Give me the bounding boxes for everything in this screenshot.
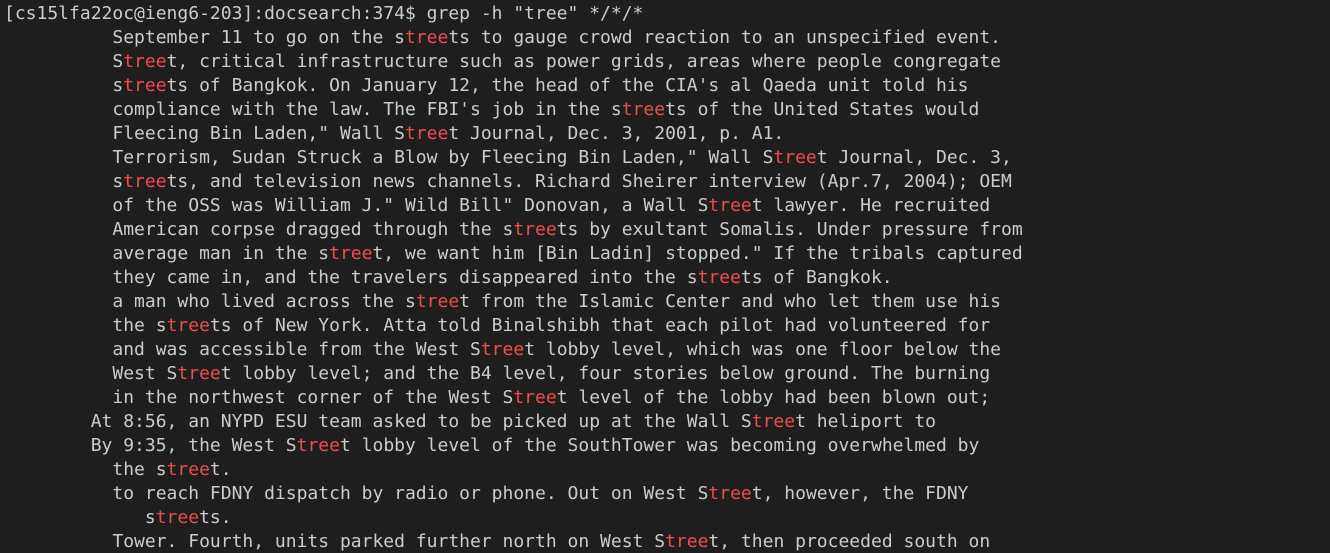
shell-prompt: [cs15lfa22oc@ieng6-203]:docsearch:374$ (4, 3, 427, 24)
match-highlight: tree (123, 75, 167, 96)
output-line: Tower. Fourth, units parked further nort… (4, 531, 991, 552)
output-line: to reach FDNY dispatch by radio or phone… (4, 483, 969, 504)
output-line: streets, and television news channels. R… (4, 171, 1012, 192)
match-highlight: tree (155, 507, 200, 528)
match-highlight: tree (177, 363, 221, 384)
match-highlight: tree (123, 51, 167, 72)
output-line: September 11 to go on the streets to gau… (4, 27, 1002, 48)
match-highlight: tree (404, 27, 449, 48)
match-highlight: tree (480, 339, 525, 360)
match-highlight: tree (773, 147, 817, 168)
output-line: the streets of New York. Atta told Binal… (4, 315, 991, 336)
output-line: By 9:35, the West Street lobby level of … (4, 435, 980, 456)
match-highlight: tree (123, 171, 167, 192)
match-highlight: tree (513, 387, 557, 408)
match-highlight: tree (513, 219, 557, 240)
output-line: and was accessible from the West Street … (4, 339, 1002, 360)
output-line: average man in the street, we want him [… (4, 243, 1023, 264)
match-highlight: tree (296, 435, 340, 456)
output-line: At 8:56, an NYPD ESU team asked to be pi… (4, 411, 936, 432)
output-line: Street, critical infrastructure such as … (4, 51, 1002, 72)
output-line: Fleecing Bin Laden," Wall Street Journal… (4, 123, 785, 144)
match-highlight: tree (697, 267, 741, 288)
command-line: [cs15lfa22oc@ieng6-203]:docsearch:374$ g… (0, 2, 1330, 26)
output-line: a man who lived across the street from t… (4, 291, 1002, 312)
output-line: streets. (4, 507, 232, 528)
match-highlight: tree (404, 123, 449, 144)
match-highlight: tree (621, 99, 666, 120)
output-line: Terrorism, Sudan Struck a Blow by Fleeci… (4, 147, 1012, 168)
output-line: compliance with the law. The FBI's job i… (4, 99, 980, 120)
match-highlight: tree (708, 195, 752, 216)
output-line: the street. (4, 459, 232, 480)
output-line: in the northwest corner of the West Stre… (4, 387, 991, 408)
match-highlight: tree (166, 459, 210, 480)
command-output: September 11 to go on the streets to gau… (0, 26, 1330, 553)
match-highlight: tree (665, 531, 709, 552)
match-highlight: tree (166, 315, 210, 336)
terminal-window[interactable]: [cs15lfa22oc@ieng6-203]:docsearch:374$ g… (0, 0, 1330, 553)
match-highlight: tree (751, 411, 796, 432)
match-highlight: tree (415, 291, 460, 312)
match-highlight: tree (329, 243, 373, 264)
command-text: grep -h "tree" */*/* (426, 3, 644, 24)
output-line: West Street lobby level; and the B4 leve… (4, 363, 991, 384)
match-highlight: tree (708, 483, 752, 504)
output-line: of the OSS was William J." Wild Bill" Do… (4, 195, 991, 216)
output-line: they came in, and the travelers disappea… (4, 267, 893, 288)
output-line: American corpse dragged through the stre… (4, 219, 1023, 240)
output-line: streets of Bangkok. On January 12, the h… (4, 75, 969, 96)
